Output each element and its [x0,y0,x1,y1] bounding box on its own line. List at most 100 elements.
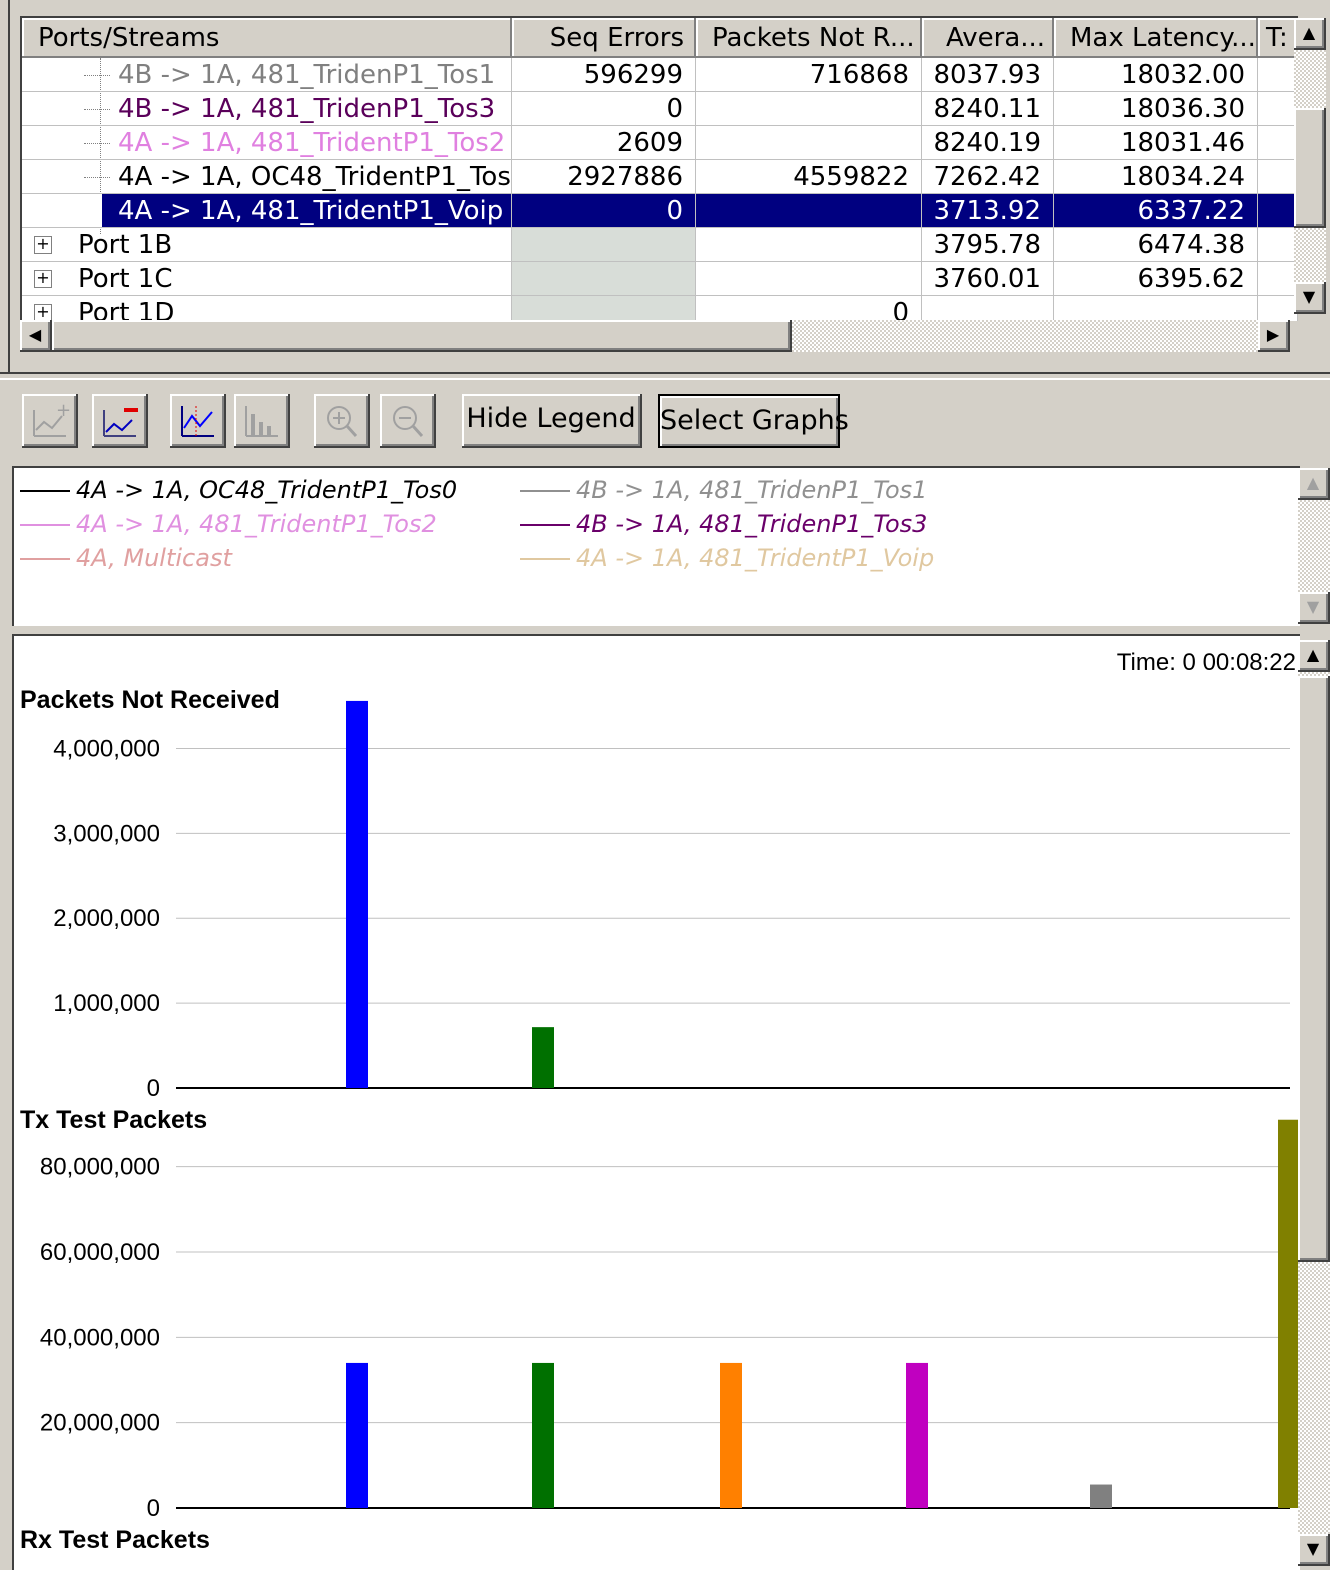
stream-row[interactable]: 4A -> 1A, OC48_TridentP1_Tos0 2927886 4559… [22,160,1298,194]
legend-item[interactable]: 4A -> 1A, OC48_TridentP1_Tos0 [20,474,457,506]
col-header-average[interactable]: Avera... [922,18,1054,58]
bar [1090,1484,1112,1508]
port-name: Port 1C [22,262,512,296]
port-row[interactable]: + Port 1D 0 [22,296,1298,321]
left-arrow-icon: ◀ [28,325,42,344]
t-cell [1258,126,1298,160]
remove-graph-button[interactable] [92,394,148,448]
select-graphs-button[interactable]: Select Graphs [658,394,849,448]
y-tick-label: 3,000,000 [53,820,160,847]
stream-name: 4B -> 1A, 481_TridenP1_Tos3 [22,92,512,126]
y-tick-label: 60,000,000 [40,1239,160,1266]
packets-not-received-cell: 4559822 [696,160,922,194]
stream-row[interactable]: 4A -> 1A, 481_TridentP1_Voip 0 3713.92 6337… [22,194,1298,228]
chart-scroll-up-button[interactable]: ▲ [1298,640,1330,672]
svg-text:+: + [56,402,70,421]
legend-swatch [520,524,570,526]
legend-scroll-down-button[interactable]: ▼ [1298,592,1330,624]
legend-vscroll-track[interactable] [1298,500,1330,592]
port-row[interactable]: + Port 1B 3795.78 6474.38 [22,228,1298,262]
col-header-ports-streams[interactable]: Ports/Streams [22,18,512,58]
zoom-in-icon [327,406,358,438]
bar-charts: Time: 0 00:08:22 Packets Not Received 0 1,… [20,649,1300,1554]
port-name-text: Port 1C [78,264,173,294]
down-arrow-icon: ▼ [1306,597,1320,616]
seq-errors-cell [512,228,696,262]
packets-not-received-cell [696,262,922,296]
chart-title: Tx Test Packets [20,1106,207,1134]
average-cell: 3760.01 [922,262,1054,296]
col-header-packets-not-received[interactable]: Packets Not R... [696,18,922,58]
hide-legend-button[interactable]: Hide Legend [462,394,642,448]
add-graph-button[interactable]: + [22,394,78,448]
stream-row[interactable]: 4A -> 1A, 481_TridentP1_Tos2 2609 8240.19 1… [22,126,1298,160]
grid-scroll-right-button[interactable]: ▶ [1258,320,1290,352]
y-tick-label: 4,000,000 [53,735,160,762]
stream-name-text: 4B -> 1A, 481_TridenP1_Tos3 [118,94,496,124]
port-name-text: Port 1B [78,230,173,260]
packets-not-received-cell: 0 [696,296,922,321]
packets-not-received-cell: 716868 [696,58,922,92]
stream-name: 4A -> 1A, 481_TridentP1_Tos2 [22,126,512,160]
max-latency-cell: 18031.46 [1054,126,1258,160]
bar [346,700,368,1088]
up-arrow-icon: ▲ [1306,645,1320,664]
t-cell [1258,262,1298,296]
chart-scroll-down-button[interactable]: ▼ [1298,1534,1330,1566]
t-cell [1258,92,1298,126]
legend-item[interactable]: 4B -> 1A, 481_TridenP1_Tos3 [520,508,927,540]
seq-errors-cell [512,262,696,296]
legend-label: 4B -> 1A, 481_TridenP1_Tos3 [576,510,928,538]
max-latency-cell: 18036.30 [1054,92,1258,126]
port-row[interactable]: + Port 1C 3760.01 6395.62 [22,262,1298,296]
average-cell: 3795.78 [922,228,1054,262]
max-latency-cell: 6395.62 [1054,262,1258,296]
chart-vscroll-thumb[interactable] [1298,676,1330,1262]
grid-scroll-up-button[interactable]: ▲ [1294,18,1326,50]
bar [532,1027,554,1088]
y-tick-label: 0 [147,1495,160,1522]
stream-name: 4A -> 1A, 481_TridentP1_Voip [22,194,512,228]
col-header-max-latency[interactable]: Max Latency... [1054,18,1258,58]
stream-row[interactable]: 4B -> 1A, 481_TridenP1_Tos3 0 8240.11 18036… [22,92,1298,126]
y-tick-label: 2,000,000 [53,905,160,932]
t-cell [1258,296,1298,321]
grid-scroll-left-button[interactable]: ◀ [20,320,52,352]
stream-row[interactable]: 4B -> 1A, 481_TridenP1_Tos1 596299 716868 8… [22,58,1298,92]
col-header-t[interactable]: T: [1258,18,1298,58]
max-latency-cell: 18032.00 [1054,58,1258,92]
average-cell: 3713.92 [922,194,1054,228]
legend-item[interactable]: 4A, Multicast [20,542,232,574]
grid-hscroll-thumb[interactable] [52,320,792,352]
ports-streams-grid: Ports/Streams Seq Errors Packets Not R..… [20,16,1298,321]
average-cell: 7262.42 [922,160,1054,194]
legend-item[interactable]: 4B -> 1A, 481_TridenP1_Tos1 [520,474,927,506]
legend-swatch [520,490,570,492]
seq-errors-cell: 2927886 [512,160,696,194]
line-chart-button[interactable] [170,394,226,448]
seq-errors-cell: 0 [512,92,696,126]
right-arrow-icon: ▶ [1266,325,1280,344]
remove-graph-icon [103,408,138,437]
y-tick-label: 0 [147,1075,160,1102]
stream-name-text: 4A -> 1A, 481_TridentP1_Voip [102,194,511,227]
legend-item[interactable]: 4A -> 1A, 481_TridentP1_Tos2 [20,508,437,540]
zoom-out-button[interactable] [380,394,436,448]
legend-swatch [20,558,70,560]
zoom-in-button[interactable] [314,394,370,448]
splitter-line[interactable] [0,372,1330,380]
up-arrow-icon: ▲ [1306,473,1320,492]
average-cell: 8240.11 [922,92,1054,126]
legend-swatch [520,558,570,560]
legend-item[interactable]: 4A -> 1A, 481_TridentP1_Voip [520,542,934,574]
legend-label: 4A -> 1A, 481_TridentP1_Voip [576,544,935,572]
legend-scroll-up-button[interactable]: ▲ [1298,468,1330,500]
packets-not-received-cell [696,126,922,160]
add-graph-icon: + [33,402,70,437]
grid-vscroll-thumb[interactable] [1294,108,1326,228]
bar-chart-button[interactable] [234,394,290,448]
t-cell [1258,228,1298,262]
y-tick-label: 40,000,000 [40,1324,160,1351]
grid-scroll-down-button[interactable]: ▼ [1294,282,1326,314]
col-header-seq-errors[interactable]: Seq Errors [512,18,696,58]
